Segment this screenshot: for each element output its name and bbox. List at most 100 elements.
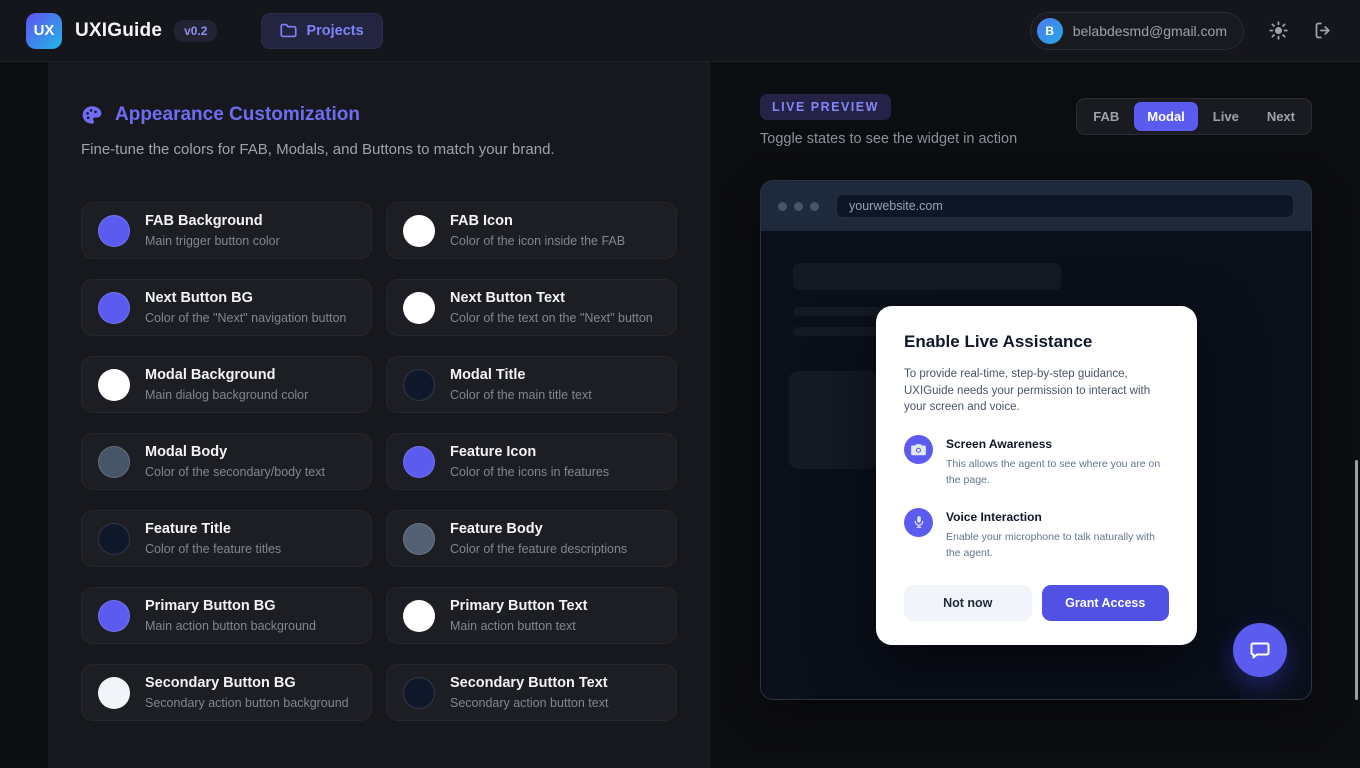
folder-icon: [280, 23, 298, 38]
user-email: belabdesmd@gmail.com: [1072, 22, 1227, 39]
color-swatch[interactable]: [403, 599, 435, 632]
color-swatch[interactable]: [98, 676, 130, 709]
topbar: UX UXIGuide v0.2 Projects B belabdesmd@g…: [0, 0, 1360, 62]
preview-state-tabs: FAB Modal Live Next: [1076, 98, 1312, 135]
not-now-button[interactable]: Not now: [904, 585, 1032, 622]
swatch-label: FAB Background: [145, 212, 263, 229]
swatch-description: Main action button text: [450, 619, 576, 634]
swatch-card[interactable]: Next Button Text Color of the text on th…: [386, 279, 677, 336]
page-title: Appearance Customization: [115, 104, 360, 125]
color-swatch[interactable]: [403, 291, 435, 324]
preview-page: Enable Live Assistance To provide real-t…: [761, 231, 1311, 699]
swatch-description: Secondary action button background: [145, 696, 349, 711]
projects-button[interactable]: Projects: [261, 12, 383, 49]
swatch-card[interactable]: Next Button BG Color of the "Next" navig…: [81, 279, 372, 336]
color-swatch[interactable]: [403, 676, 435, 709]
left-gutter: [0, 62, 48, 768]
swatch-description: Color of the text on the "Next" button: [450, 311, 653, 326]
swatch-label: Feature Body: [450, 520, 543, 537]
address-bar: yourwebsite.com: [836, 194, 1294, 218]
preview-subtitle: Toggle states to see the widget in actio…: [760, 131, 1018, 147]
palette-icon: [81, 104, 103, 126]
swatch-description: Color of the secondary/body text: [145, 465, 325, 480]
swatch-description: Secondary action button text: [450, 696, 609, 711]
color-swatch[interactable]: [98, 599, 130, 632]
feature-row-voice-interaction: Voice Interaction Enable your microphone…: [904, 507, 1169, 562]
sun-icon: [1268, 20, 1289, 41]
color-swatch[interactable]: [98, 291, 130, 324]
browser-chrome: yourwebsite.com: [761, 181, 1311, 231]
swatch-label: Modal Background: [145, 366, 276, 383]
preview-tab-next[interactable]: Next: [1254, 102, 1308, 131]
window-dot: [778, 201, 787, 211]
swatch-card[interactable]: Modal Background Main dialog background …: [81, 356, 372, 413]
swatch-label: Primary Button BG: [145, 597, 276, 614]
color-swatch[interactable]: [403, 445, 435, 478]
preview-tab-modal[interactable]: Modal: [1134, 102, 1198, 131]
swatch-card[interactable]: Primary Button Text Main action button t…: [386, 587, 677, 644]
color-swatch[interactable]: [403, 522, 435, 555]
color-swatch[interactable]: [403, 368, 435, 401]
color-swatch[interactable]: [98, 214, 130, 247]
swatch-card[interactable]: FAB Background Main trigger button color: [81, 202, 372, 259]
browser-mockup: yourwebsite.com Enable Live Assistance T…: [760, 180, 1312, 700]
skeleton-block: [793, 263, 1061, 290]
swatch-label: Modal Body: [145, 443, 228, 460]
swatch-card[interactable]: Secondary Button BG Secondary action but…: [81, 664, 372, 721]
swatch-card[interactable]: Feature Title Color of the feature title…: [81, 510, 372, 567]
skeleton-block: [789, 371, 877, 469]
chat-bubble-icon: [1248, 638, 1272, 662]
swatch-label: FAB Icon: [450, 212, 513, 229]
user-account-pill[interactable]: B belabdesmd@gmail.com: [1029, 11, 1244, 50]
permission-modal: Enable Live Assistance To provide real-t…: [876, 306, 1197, 646]
swatch-card[interactable]: Secondary Button Text Secondary action b…: [386, 664, 677, 721]
live-preview-panel: LIVE PREVIEW Toggle states to see the wi…: [710, 62, 1360, 768]
swatch-description: Main dialog background color: [145, 388, 309, 403]
page-subtitle: Fine-tune the colors for FAB, Modals, an…: [81, 141, 555, 158]
avatar: B: [1036, 17, 1063, 44]
microphone-icon: [904, 507, 933, 537]
swatch-card[interactable]: Modal Body Color of the secondary/body t…: [81, 433, 372, 490]
window-dots: [778, 201, 819, 211]
grant-access-button[interactable]: Grant Access: [1041, 585, 1169, 622]
version-badge: v0.2: [174, 19, 218, 42]
swatch-label: Next Button BG: [145, 289, 253, 306]
swatch-label: Modal Title: [450, 366, 526, 383]
swatch-card[interactable]: Modal Title Color of the main title text: [386, 356, 677, 413]
app-logo-text: UX: [33, 22, 55, 39]
preview-tab-fab[interactable]: FAB: [1080, 102, 1132, 131]
feature-description: Enable your microphone to talk naturally…: [946, 530, 1155, 559]
swatch-description: Color of the feature descriptions: [450, 542, 628, 557]
projects-button-label: Projects: [306, 22, 364, 39]
swatch-description: Color of the icons in features: [450, 465, 610, 480]
swatch-label: Next Button Text: [450, 289, 565, 306]
swatch-description: Main action button background: [145, 619, 316, 634]
logout-icon: [1313, 20, 1334, 41]
swatch-label: Secondary Button BG: [145, 674, 296, 691]
feature-title: Screen Awareness: [946, 437, 1053, 452]
swatch-label: Feature Icon: [450, 443, 537, 460]
color-swatch[interactable]: [98, 445, 130, 478]
swatch-description: Main trigger button color: [145, 234, 280, 249]
swatch-card[interactable]: FAB Icon Color of the icon inside the FA…: [386, 202, 677, 259]
swatch-description: Color of the icon inside the FAB: [450, 234, 626, 249]
scrollbar-thumb[interactable]: [1355, 460, 1358, 700]
window-dot: [794, 201, 803, 211]
swatch-card[interactable]: Primary Button BG Main action button bac…: [81, 587, 372, 644]
swatch-description: Color of the feature titles: [145, 542, 282, 557]
window-dot: [810, 201, 819, 211]
swatch-card[interactable]: Feature Body Color of the feature descri…: [386, 510, 677, 567]
logout-button[interactable]: [1313, 20, 1334, 41]
chat-fab-button[interactable]: [1233, 623, 1287, 677]
swatch-label: Primary Button Text: [450, 597, 588, 614]
swatch-card[interactable]: Feature Icon Color of the icons in featu…: [386, 433, 677, 490]
feature-row-screen-awareness: Screen Awareness This allows the agent t…: [904, 435, 1169, 489]
appearance-panel: Appearance Customization Fine-tune the c…: [48, 62, 710, 768]
live-preview-badge: LIVE PREVIEW: [760, 94, 891, 120]
camera-icon: [904, 435, 933, 465]
color-swatch[interactable]: [98, 368, 130, 401]
color-swatch[interactable]: [98, 522, 130, 555]
color-swatch[interactable]: [403, 214, 435, 247]
theme-toggle-button[interactable]: [1268, 20, 1289, 41]
preview-tab-live[interactable]: Live: [1200, 102, 1252, 131]
